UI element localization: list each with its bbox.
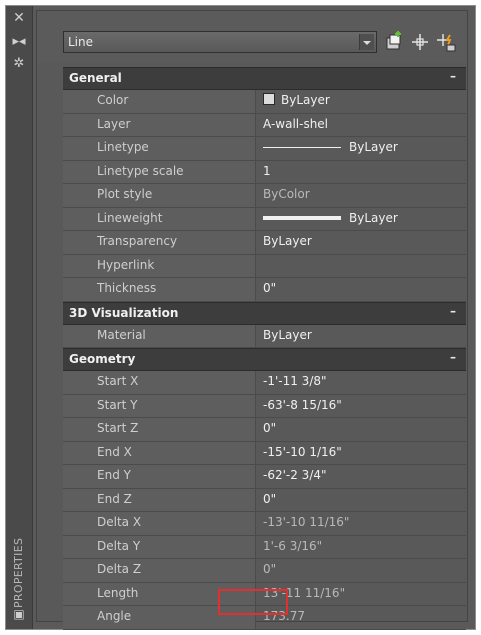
property-value[interactable]: ByLayer [257,137,466,160]
property-value: 13'-11 11/16" [263,585,346,600]
property-row-end-x[interactable]: End X -15'-10 1/16" [63,441,466,465]
property-label: End Z [63,488,256,511]
property-row-hyperlink[interactable]: Hyperlink [63,254,466,278]
section-header-3d-visualization[interactable]: 3D Visualization – [63,301,466,325]
property-value[interactable]: -15'-10 1/16" [257,442,466,465]
property-row-angle: Angle 173.77 [63,606,466,630]
auto-hide-icon[interactable]: ▸◂ [6,34,32,50]
property-row-delta-z: Delta Z 0" [63,559,466,583]
section-title: Geometry [69,352,136,366]
section-header-general[interactable]: General – [63,67,466,90]
toggle-pickadd-icon[interactable] [383,31,405,53]
property-label: Linetype scale [63,160,256,183]
property-label: Linetype [63,137,256,160]
properties-content: Line General – Color ByLayer Layer A-wal… [36,10,468,630]
properties-palette: ✕ ▸◂ ✲ PROPERTIES ▣ Line General – Color… [5,5,476,630]
property-label: Start Y [63,394,256,417]
property-value[interactable]: -62'-2 3/4" [257,465,466,488]
property-value[interactable]: -63'-8 15/16" [257,395,466,418]
property-value: 173.77 [263,609,305,623]
property-value[interactable]: ByLayer [257,231,466,254]
property-row-delta-x: Delta X -13'-10 11/16" [63,512,466,536]
property-value[interactable]: 0" [257,489,466,512]
property-label: Start Z [63,418,256,441]
property-row-plot-style[interactable]: Plot style ByColor [63,184,466,208]
property-row-start-z[interactable]: Start Z 0" [63,418,466,442]
settings-icon[interactable]: ✲ [6,56,32,72]
property-label: Delta Y [63,535,256,558]
property-sections: General – Color ByLayer Layer A-wall-she… [63,67,466,630]
property-row-lineweight[interactable]: Lineweight ByLayer [63,207,466,231]
property-row-thickness[interactable]: Thickness 0" [63,278,466,302]
linetype-preview-icon [263,147,341,148]
property-label: Delta X [63,512,256,535]
property-label: Hyperlink [63,254,256,277]
property-value[interactable]: 0" [257,278,466,301]
palette-titlebar[interactable]: ✕ ▸◂ ✲ PROPERTIES ▣ [6,6,33,629]
section-title: 3D Visualization [69,305,179,320]
property-label: End Y [63,465,256,488]
property-label: Start X [63,371,256,394]
property-label: Layer [63,113,256,136]
property-value[interactable]: ByLayer [257,208,466,231]
property-value[interactable]: -1'-11 3/8" [257,371,466,394]
color-swatch-icon [263,93,275,105]
property-row-layer[interactable]: Layer A-wall-shel [63,113,466,137]
property-row-end-y[interactable]: End Y -62'-2 3/4" [63,465,466,489]
quick-select-icon[interactable] [435,31,457,53]
property-row-start-x[interactable]: Start X -1'-11 3/8" [63,371,466,395]
property-label: Delta Z [63,559,256,582]
collapse-icon[interactable]: – [450,304,456,318]
section-header-geometry[interactable]: Geometry – [63,348,466,371]
property-label: Color [63,90,256,113]
collapse-icon[interactable]: – [450,350,456,364]
property-row-length: Length 13'-11 11/16" [63,582,466,606]
property-label: Plot style [63,184,256,207]
property-row-color[interactable]: Color ByLayer [63,90,466,114]
property-row-delta-y: Delta Y 1'-6 3/16" [63,535,466,559]
select-objects-icon[interactable] [409,31,431,53]
property-label: End X [63,441,256,464]
property-value: 1'-6 3/16" [263,538,323,553]
lineweight-preview-icon [263,216,341,220]
property-row-end-z[interactable]: End Z 0" [63,488,466,512]
collapse-icon[interactable]: – [450,69,456,83]
property-value: ByColor [263,187,310,201]
property-label: Angle [63,606,256,629]
property-value[interactable]: A-wall-shel [257,114,466,137]
property-value: -13'-10 11/16" [263,515,350,529]
property-row-start-y[interactable]: Start Y -63'-8 15/16" [63,394,466,418]
property-label: Transparency [63,231,256,254]
chevron-down-icon[interactable] [359,34,374,50]
property-value: 0" [263,562,277,576]
palette-menu-icon[interactable]: ▣ [6,606,32,622]
selection-dropdown-value: Line [68,35,94,49]
property-value[interactable]: 1 [257,161,466,184]
property-value[interactable]: 0" [257,418,466,441]
properties-toolbar: Line [37,11,467,63]
palette-title: PROPERTIES [12,537,25,608]
close-icon[interactable]: ✕ [6,10,32,26]
property-label: Material [63,324,256,347]
property-row-material[interactable]: Material ByLayer [63,324,466,348]
property-row-linetype[interactable]: Linetype ByLayer [63,137,466,161]
property-value[interactable]: ByLayer [257,90,466,113]
property-label: Lineweight [63,207,256,230]
property-row-linetype-scale[interactable]: Linetype scale 1 [63,160,466,184]
section-title: General [69,71,122,85]
property-value[interactable]: ByLayer [257,325,466,348]
property-label: Thickness [63,278,256,301]
property-value[interactable] [257,255,466,278]
property-label: Length [63,582,256,605]
selection-dropdown[interactable]: Line [63,31,377,53]
property-row-transparency[interactable]: Transparency ByLayer [63,231,466,255]
